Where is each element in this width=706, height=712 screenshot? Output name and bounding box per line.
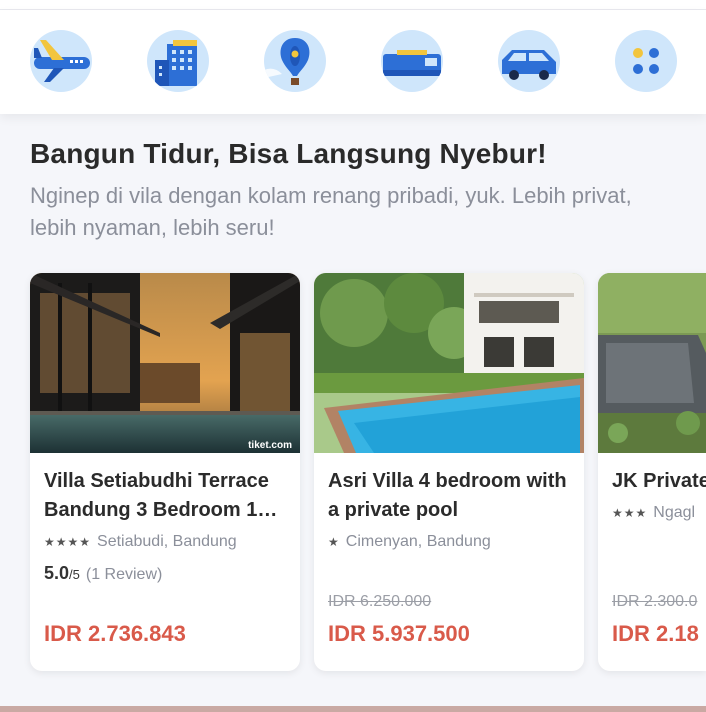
villa-photo xyxy=(598,273,706,453)
villa-location: ★★★★ Setiabudi, Bandung xyxy=(44,533,294,551)
villa-location: ★ Cimenyan, Bandung xyxy=(328,533,578,551)
location-text: Cimenyan, Bandung xyxy=(345,533,491,550)
location-text: Setiabudi, Bandung xyxy=(97,533,237,550)
villa-photo xyxy=(314,273,584,453)
review-count: (1 Review) xyxy=(85,566,163,583)
villa-card[interactable]: JK Private ★★★ Ngagl IDR 2.300.0 IDR 2.18 xyxy=(598,273,706,671)
villa-card[interactable]: tiket.com Villa Setiabudhi Terrace Bandu… xyxy=(30,273,300,671)
section-title: Bangun Tidur, Bisa Langsung Nyebur! xyxy=(30,138,547,169)
star-rating-icon: ★★★ xyxy=(612,506,648,520)
category-car[interactable] xyxy=(498,30,560,92)
villa-price: IDR 2.736.843 xyxy=(44,621,186,646)
villa-location: ★★★ Ngagl xyxy=(612,504,706,522)
star-rating-icon: ★★★★ xyxy=(44,535,92,549)
photo-watermark: tiket.com xyxy=(248,440,292,451)
original-price: IDR 2.300.0 xyxy=(612,593,698,610)
section-subtitle: Nginep di vila dengan kolam renang priba… xyxy=(30,183,632,240)
original-price: IDR 6.250.000 xyxy=(328,593,432,610)
train-icon xyxy=(383,50,441,76)
top-divider xyxy=(0,0,706,10)
bottom-divider xyxy=(0,706,706,712)
category-bar xyxy=(0,10,706,114)
rating-scale: /5 xyxy=(69,567,80,582)
villa-price: IDR 2.18 xyxy=(612,621,699,646)
hotel-building-icon xyxy=(155,40,197,86)
category-train[interactable] xyxy=(381,30,443,92)
villa-name: Asri Villa 4 bedroom with a private pool xyxy=(328,470,567,521)
more-grid-icon xyxy=(633,48,659,74)
villa-promo-section: Bangun Tidur, Bisa Langsung Nyebur! Ngin… xyxy=(0,114,706,712)
category-more[interactable] xyxy=(615,30,677,92)
airplane-icon xyxy=(34,40,90,82)
review-score: 5.0/5 (1 Review) xyxy=(44,563,294,584)
category-flight[interactable] xyxy=(30,30,92,92)
category-attraction[interactable] xyxy=(264,30,326,92)
car-icon xyxy=(502,50,556,80)
location-text: Ngagl xyxy=(653,504,696,521)
category-hotel[interactable] xyxy=(147,30,209,92)
rating-value: 5.0 xyxy=(44,563,70,583)
star-rating-icon: ★ xyxy=(328,535,340,549)
villa-name: Villa Setiabudhi Terrace Bandung 3 Bedro… xyxy=(44,470,278,521)
hot-air-balloon-icon xyxy=(264,38,310,85)
villa-photo: tiket.com xyxy=(30,273,300,453)
villa-price: IDR 5.937.500 xyxy=(328,621,470,646)
villa-card[interactable]: Asri Villa 4 bedroom with a private pool… xyxy=(314,273,584,671)
